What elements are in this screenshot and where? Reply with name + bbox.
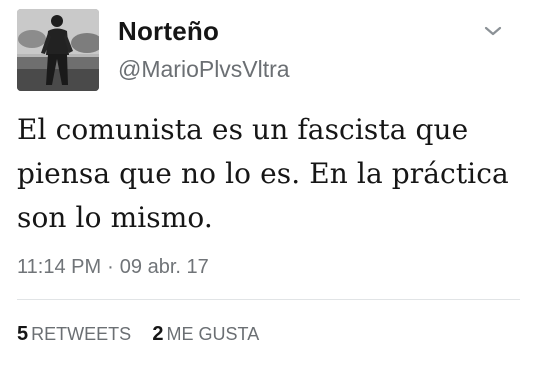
meta-separator: ·: [107, 256, 114, 278]
tweet-card: Norteño @MarioPlvsVltra El comunista es …: [0, 0, 536, 367]
retweets-stat[interactable]: 5 RETWEETS: [17, 323, 131, 346]
likes-count: 2: [152, 323, 164, 345]
likes-label: ME GUSTA: [166, 324, 260, 344]
likes-stat[interactable]: 2 ME GUSTA: [152, 323, 259, 346]
divider: [17, 299, 520, 300]
avatar[interactable]: [17, 9, 99, 91]
tweet-timestamp[interactable]: 11:14 PM · 09 abr. 17: [17, 256, 209, 279]
display-name[interactable]: Norteño: [118, 16, 219, 47]
retweets-count: 5: [17, 323, 29, 345]
tweet-text: El comunista es un fascista que piensa q…: [17, 113, 509, 234]
tweet-date: 09 abr. 17: [119, 256, 209, 278]
tweet-stats: 5 RETWEETS 2 ME GUSTA: [17, 323, 275, 346]
tweet-time: 11:14 PM: [17, 256, 102, 278]
user-handle[interactable]: @MarioPlvsVltra: [118, 56, 290, 83]
chevron-down-icon[interactable]: [484, 24, 502, 38]
retweets-label: RETWEETS: [31, 324, 132, 344]
avatar-photo: [17, 9, 99, 91]
